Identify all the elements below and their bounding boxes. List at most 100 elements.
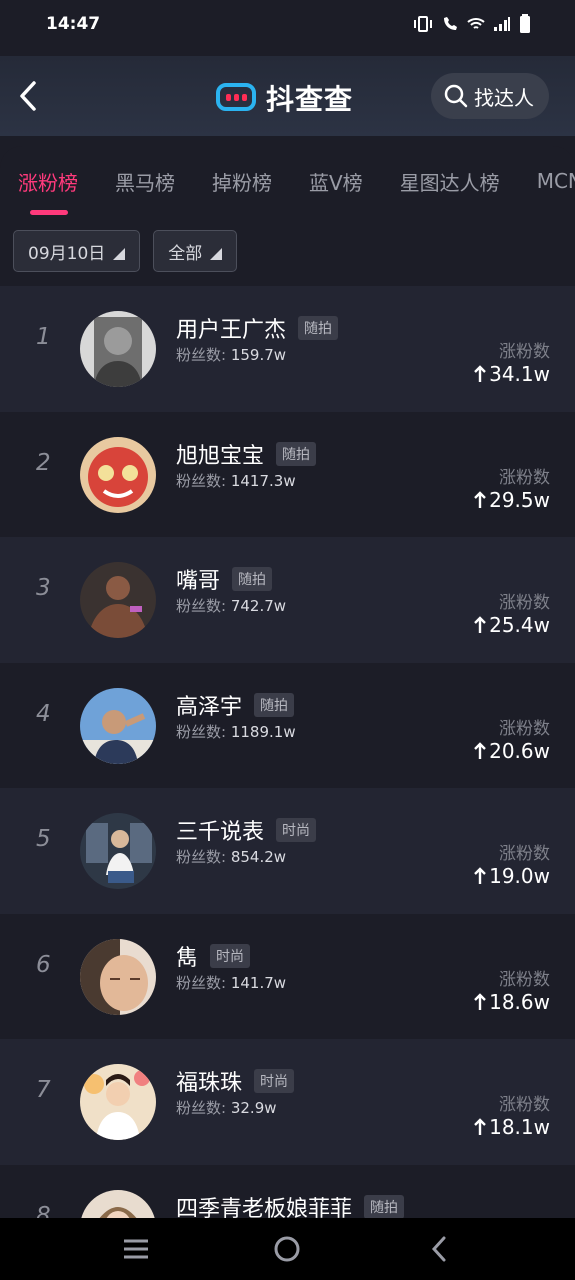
list-item[interactable]: 7 福珠珠 时尚 粉丝数: 32.9w 涨粉数 18.1w xyxy=(0,1039,575,1165)
gain-label: 涨粉数 xyxy=(499,844,550,864)
rank-number: 1 xyxy=(36,324,51,350)
gain-number: 25.4w xyxy=(489,613,550,637)
wifi-icon xyxy=(467,18,485,29)
back-button[interactable] xyxy=(10,76,46,116)
signal-icon xyxy=(494,17,510,31)
gain-value: 29.5w xyxy=(473,488,550,512)
date-filter[interactable]: 09月10日 xyxy=(13,230,141,272)
ranking-panel: 涨粉榜 黑马榜 掉粉榜 蓝V榜 星图达人榜 MCN 09月10日 全部 1 用户… xyxy=(0,146,575,1218)
category-tag: 时尚 xyxy=(254,1069,295,1093)
list-item[interactable]: 2 旭旭宝宝 随拍 粉丝数: 1417.3w 涨粉数 29.5w xyxy=(0,411,575,537)
category-tag: 随拍 xyxy=(298,316,339,340)
gain-value: 34.1w xyxy=(473,362,550,386)
fans-count: 粉丝数: 854.2w xyxy=(176,846,286,867)
list-item[interactable]: 8 四季青老板娘菲菲 随拍 xyxy=(0,1164,575,1219)
fans-prefix: 粉丝数: xyxy=(176,848,227,866)
list-item[interactable]: 4 高泽宇 随拍 粉丝数: 1189.1w 涨粉数 20.6w xyxy=(0,662,575,788)
fans-value: 1189.1w xyxy=(230,722,296,741)
system-back-button[interactable] xyxy=(419,1229,459,1269)
avatar xyxy=(80,1064,156,1140)
up-arrow-icon xyxy=(474,490,486,508)
gain-value: 20.6w xyxy=(473,739,550,763)
avatar xyxy=(80,562,156,638)
rank-number: 6 xyxy=(36,951,51,978)
tab-star-creators[interactable]: 星图达人榜 xyxy=(400,167,500,196)
avatar xyxy=(80,311,156,387)
fans-count: 粉丝数: 141.7w xyxy=(176,972,286,993)
creator-name: 雋 xyxy=(176,945,199,971)
gain-label: 涨粉数 xyxy=(499,969,550,990)
up-arrow-icon xyxy=(474,992,486,1010)
back-chevron-icon xyxy=(432,1236,446,1262)
tab-follower-gain[interactable]: 涨粉榜 xyxy=(18,167,78,196)
up-arrow-icon xyxy=(474,867,486,884)
name-line: 旭旭宝宝 随拍 xyxy=(176,438,317,470)
list-item[interactable]: 5 三千说表 时尚 粉丝数: 854.2w 涨粉数 19.0w xyxy=(0,788,575,914)
fans-value: 141.7w xyxy=(230,973,287,992)
creator-name: 三千说表 xyxy=(176,820,265,845)
category-filter-label: 全部 xyxy=(168,243,203,264)
gain-label: 涨粉数 xyxy=(499,342,550,362)
back-arrow-icon xyxy=(20,81,36,111)
gain-number: 20.6w xyxy=(489,738,550,763)
list-item[interactable]: 1 用户王广杰 随拍 粉丝数: 159.7w 涨粉数 34.1w xyxy=(0,286,575,412)
gain-number: 19.0w xyxy=(489,864,550,888)
app-logo: 抖查查 xyxy=(216,78,353,118)
home-button[interactable] xyxy=(267,1229,307,1269)
active-tab-indicator xyxy=(30,210,68,215)
category-tag: 随拍 xyxy=(232,567,273,591)
list-item[interactable]: 3 嘴哥 随拍 粉丝数: 742.7w 涨粉数 25.4w xyxy=(0,537,575,663)
tab-mcn[interactable]: MCN xyxy=(537,169,575,193)
creator-name: 福珠珠 xyxy=(176,1071,243,1096)
category-tag: 时尚 xyxy=(210,943,251,968)
tab-follower-loss[interactable]: 掉粉榜 xyxy=(212,167,272,196)
fans-prefix: 粉丝数: xyxy=(176,722,227,741)
name-line: 三千说表 时尚 xyxy=(176,814,317,846)
name-line: 四季青老板娘菲菲 随拍 xyxy=(176,1191,405,1219)
rank-number: 3 xyxy=(36,575,51,601)
wifi-call-icon xyxy=(444,17,457,30)
find-creator-button[interactable]: 找达人 xyxy=(431,73,549,119)
fans-value: 854.2w xyxy=(230,848,287,866)
dropdown-triangle-icon xyxy=(210,248,223,260)
creator-name: 嘴哥 xyxy=(176,569,221,594)
filters: 09月10日 全部 xyxy=(13,230,238,272)
creator-name: 高泽宇 xyxy=(176,694,243,720)
fans-value: 32.9w xyxy=(230,1099,277,1117)
rank-number: 5 xyxy=(36,826,51,852)
gain-value: 19.0w xyxy=(473,864,550,888)
rank-number: 7 xyxy=(36,1077,51,1103)
gain-number: 18.1w xyxy=(489,1115,550,1139)
name-line: 嘴哥 随拍 xyxy=(176,563,273,595)
category-tag: 随拍 xyxy=(364,1194,405,1218)
vibrate-icon xyxy=(414,16,432,32)
name-line: 高泽宇 随拍 xyxy=(176,689,295,721)
avatar xyxy=(80,938,156,1015)
gain-label: 涨粉数 xyxy=(499,467,550,488)
ranking-tabs: 涨粉榜 黑马榜 掉粉榜 蓝V榜 星图达人榜 MCN xyxy=(0,146,575,216)
fans-count: 粉丝数: 32.9w xyxy=(176,1097,277,1118)
list-item[interactable]: 6 雋 时尚 粉丝数: 141.7w 涨粉数 18.6w xyxy=(0,913,575,1039)
rank-number: 4 xyxy=(36,700,51,727)
status-time: 14:47 xyxy=(46,14,101,34)
search-icon xyxy=(444,84,468,108)
fans-value: 742.7w xyxy=(230,597,287,615)
app-name: 抖查查 xyxy=(266,83,354,116)
avatar xyxy=(80,813,156,889)
fans-prefix: 粉丝数: xyxy=(176,346,227,364)
rank-number: 2 xyxy=(36,449,51,476)
gain-label: 涨粉数 xyxy=(499,593,550,613)
gain-number: 29.5w xyxy=(489,487,550,512)
avatar xyxy=(80,436,156,513)
tab-blue-v[interactable]: 蓝V榜 xyxy=(309,167,363,196)
find-creator-label: 找达人 xyxy=(474,85,534,110)
name-line: 雋 时尚 xyxy=(176,940,251,972)
gain-label: 涨粉数 xyxy=(499,1095,550,1115)
tab-dark-horse[interactable]: 黑马榜 xyxy=(115,167,175,196)
recent-apps-button[interactable] xyxy=(116,1229,156,1269)
gain-label: 涨粉数 xyxy=(499,718,550,739)
up-arrow-icon xyxy=(474,741,486,759)
creator-name: 四季青老板娘菲菲 xyxy=(176,1196,353,1219)
category-filter[interactable]: 全部 xyxy=(153,230,238,272)
up-arrow-icon xyxy=(474,365,486,382)
